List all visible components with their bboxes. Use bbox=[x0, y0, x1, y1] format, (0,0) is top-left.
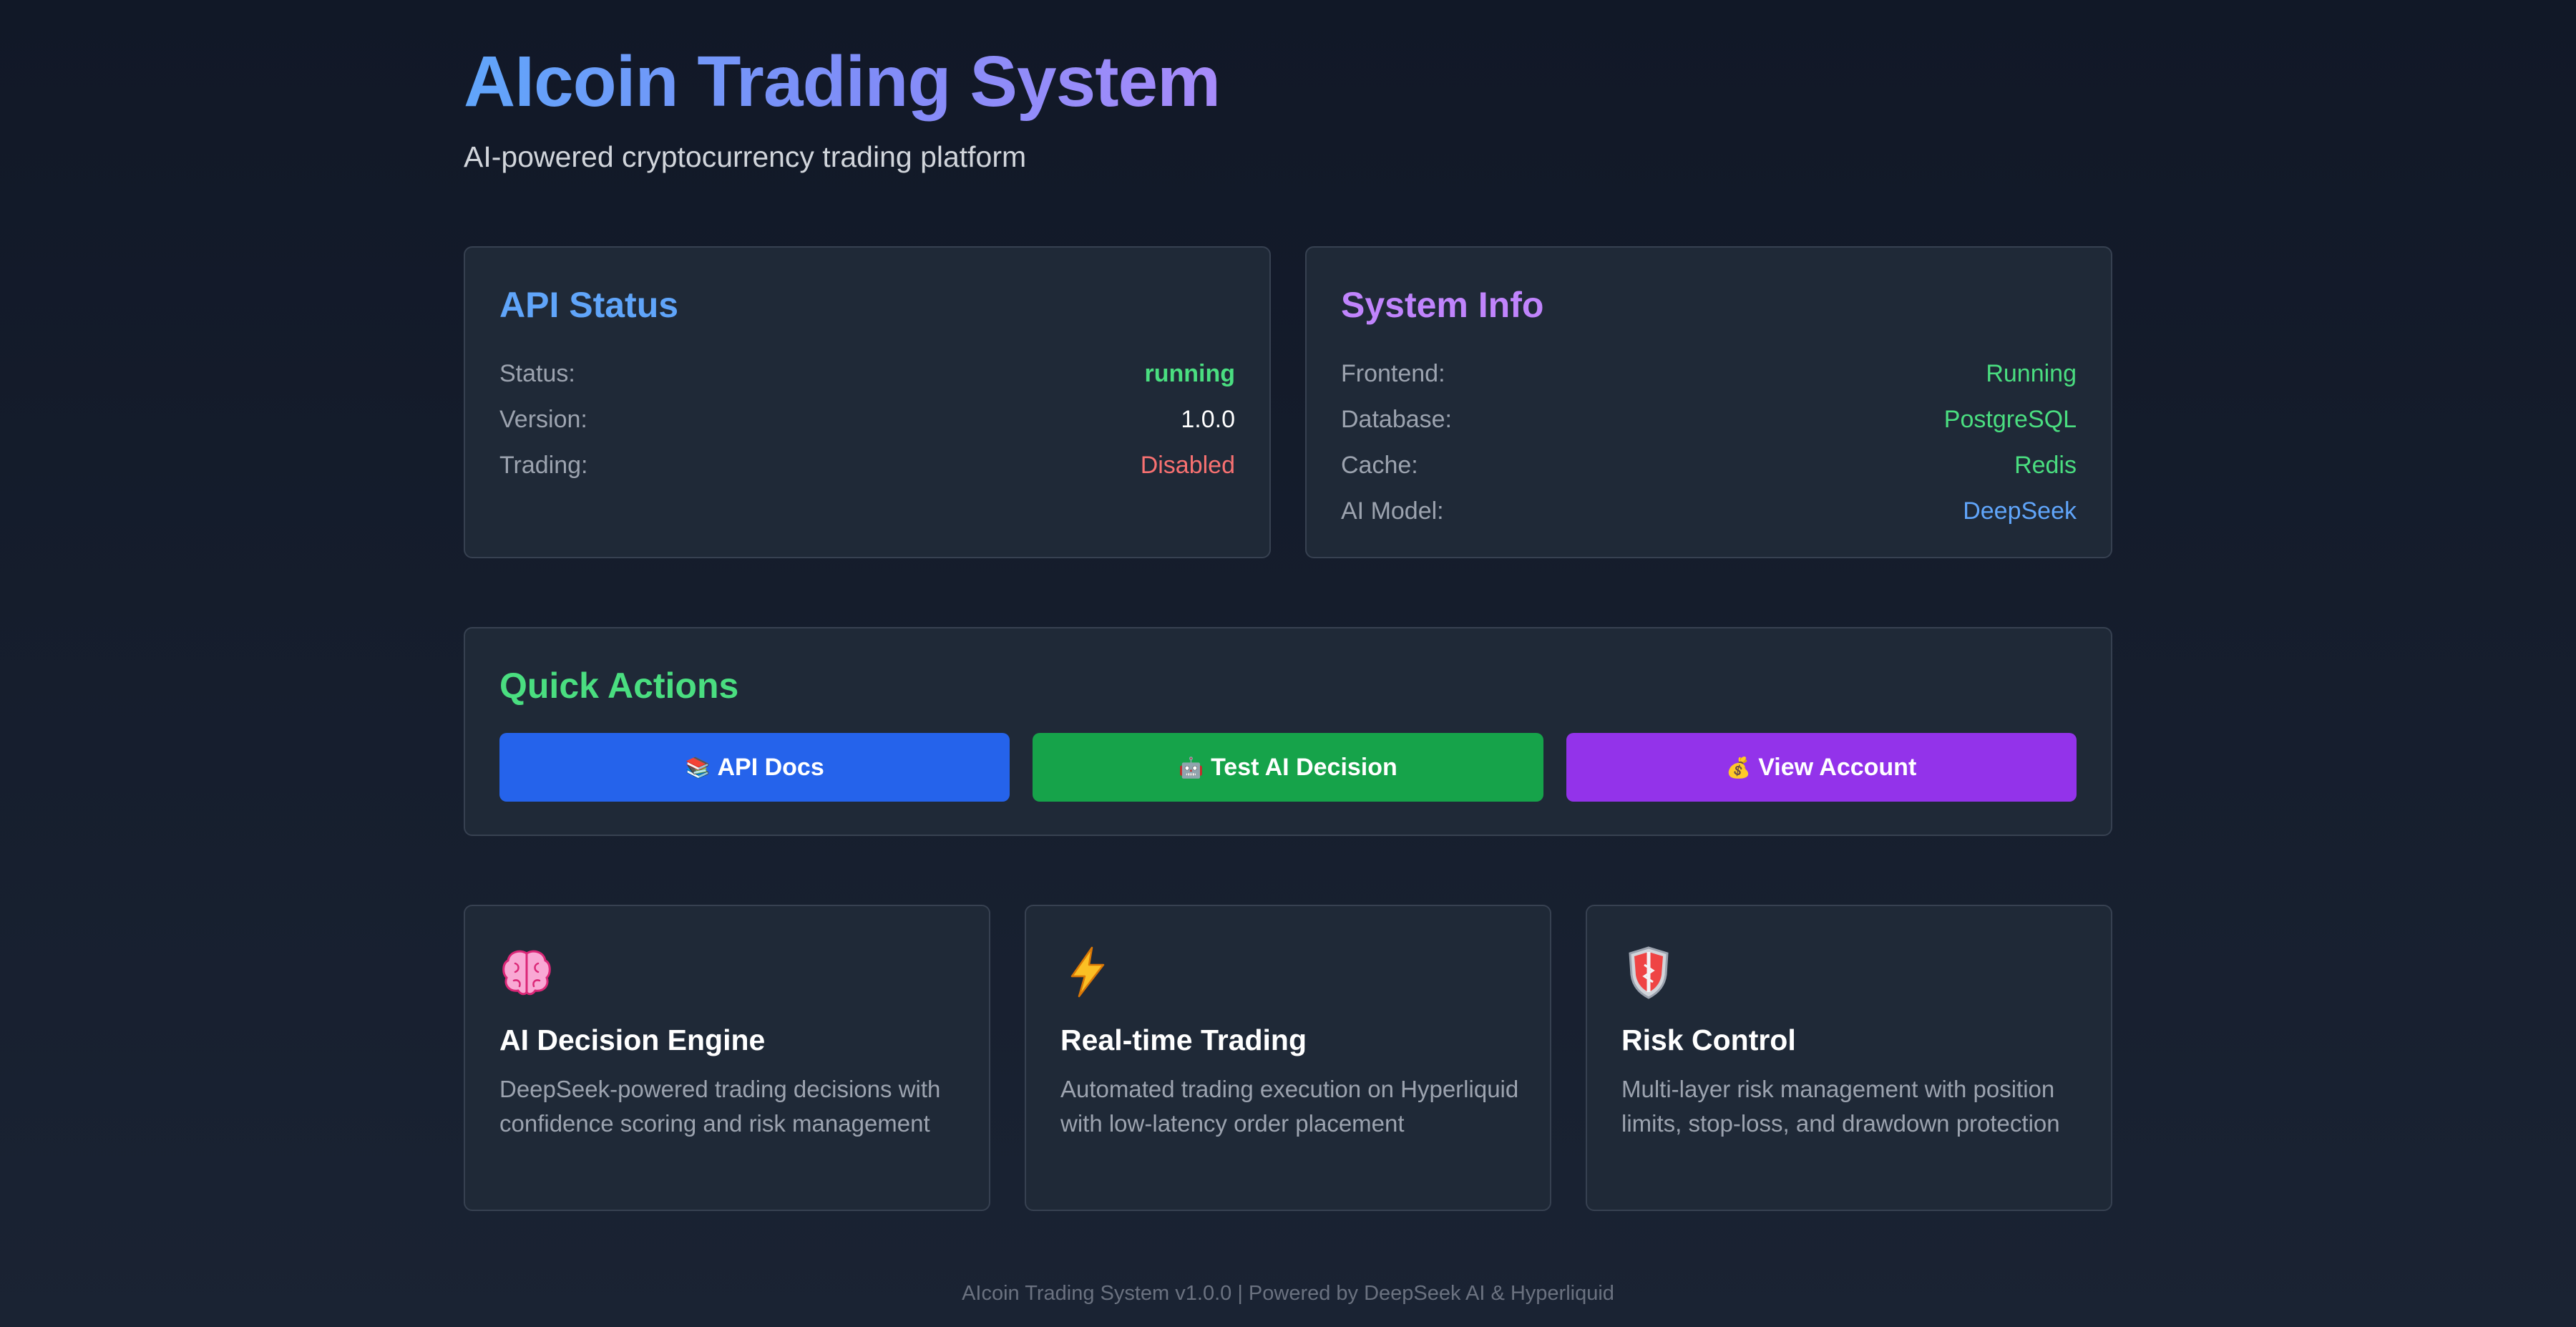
feature-card-real-time: Real-time Trading Automated trading exec… bbox=[1025, 905, 1551, 1211]
lightning-icon bbox=[1070, 946, 1105, 998]
api-status-title: API Status bbox=[499, 285, 679, 325]
trading-row: Trading: Disabled bbox=[499, 442, 1235, 488]
version-row: Version: 1.0.0 bbox=[499, 397, 1235, 442]
shield-icon bbox=[1629, 946, 1669, 999]
feature-title-ai-decision: AI Decision Engine bbox=[499, 1024, 766, 1056]
robot-icon: 🤖 bbox=[1179, 756, 1204, 779]
system-info-list: Frontend: Running Database: PostgreSQL C… bbox=[1341, 351, 2077, 534]
view-account-label: View Account bbox=[1758, 753, 1917, 781]
trading-value: Disabled bbox=[1140, 451, 1235, 479]
status-row: Status: running bbox=[499, 351, 1235, 397]
page-subtitle: AI-powered cryptocurrency trading platfo… bbox=[464, 140, 1027, 173]
feature-desc-ai-decision: DeepSeek-powered trading decisions with … bbox=[499, 1076, 941, 1137]
test-ai-decision-button[interactable]: 🤖 Test AI Decision bbox=[1033, 733, 1543, 802]
trading-label: Trading: bbox=[499, 451, 588, 479]
frontend-label: Frontend: bbox=[1341, 359, 1445, 387]
database-value: PostgreSQL bbox=[1943, 405, 2077, 433]
api-status-card: API Status Status: running Version: 1.0.… bbox=[464, 246, 1271, 558]
api-status-list: Status: running Version: 1.0.0 Trading: … bbox=[499, 351, 1235, 488]
feature-title-real-time: Real-time Trading bbox=[1060, 1024, 1307, 1056]
quick-actions-row: 📚 API Docs 🤖 Test AI Decision 💰 View Acc… bbox=[499, 733, 2077, 802]
quick-actions-card: Quick Actions 📚 API Docs 🤖 Test AI Decis… bbox=[464, 627, 2112, 836]
cache-label: Cache: bbox=[1341, 451, 1418, 479]
system-info-card: System Info Frontend: Running Database: … bbox=[1305, 246, 2112, 558]
books-icon: 📚 bbox=[685, 756, 711, 779]
version-label: Version: bbox=[499, 405, 587, 433]
brain-icon bbox=[502, 950, 551, 996]
test-ai-decision-label: Test AI Decision bbox=[1211, 753, 1397, 781]
feature-desc-real-time: Automated trading execution on Hyperliqu… bbox=[1060, 1076, 1519, 1137]
api-docs-button[interactable]: 📚 API Docs bbox=[499, 733, 1010, 802]
feature-desc-risk-control: Multi-layer risk management with positio… bbox=[1621, 1076, 2060, 1137]
api-docs-label: API Docs bbox=[717, 753, 824, 781]
status-label: Status: bbox=[499, 359, 575, 387]
cache-value: Redis bbox=[2014, 451, 2077, 479]
ai-model-label: AI Model: bbox=[1341, 497, 1444, 525]
cache-row: Cache: Redis bbox=[1341, 442, 2077, 488]
feature-card-risk-control: Risk Control Multi-layer risk management… bbox=[1586, 905, 2112, 1211]
footer-text: AIcoin Trading System v1.0.0 | Powered b… bbox=[962, 1282, 1614, 1305]
version-value: 1.0.0 bbox=[1181, 405, 1235, 433]
frontend-value: Running bbox=[1986, 359, 2077, 387]
ai-model-value: DeepSeek bbox=[1963, 497, 2077, 525]
page-title: AIcoin Trading System bbox=[464, 42, 1221, 122]
feature-title-risk-control: Risk Control bbox=[1621, 1024, 1796, 1056]
status-value: running bbox=[1144, 359, 1235, 387]
ai-model-row: AI Model: DeepSeek bbox=[1341, 488, 2077, 534]
money-bag-icon: 💰 bbox=[1726, 756, 1752, 779]
database-row: Database: PostgreSQL bbox=[1341, 397, 2077, 442]
database-label: Database: bbox=[1341, 405, 1452, 433]
frontend-row: Frontend: Running bbox=[1341, 351, 2077, 397]
feature-card-ai-decision: AI Decision Engine DeepSeek-powered trad… bbox=[464, 905, 990, 1211]
view-account-button[interactable]: 💰 View Account bbox=[1566, 733, 2077, 802]
quick-actions-title: Quick Actions bbox=[499, 666, 739, 706]
system-info-title: System Info bbox=[1341, 285, 1544, 325]
